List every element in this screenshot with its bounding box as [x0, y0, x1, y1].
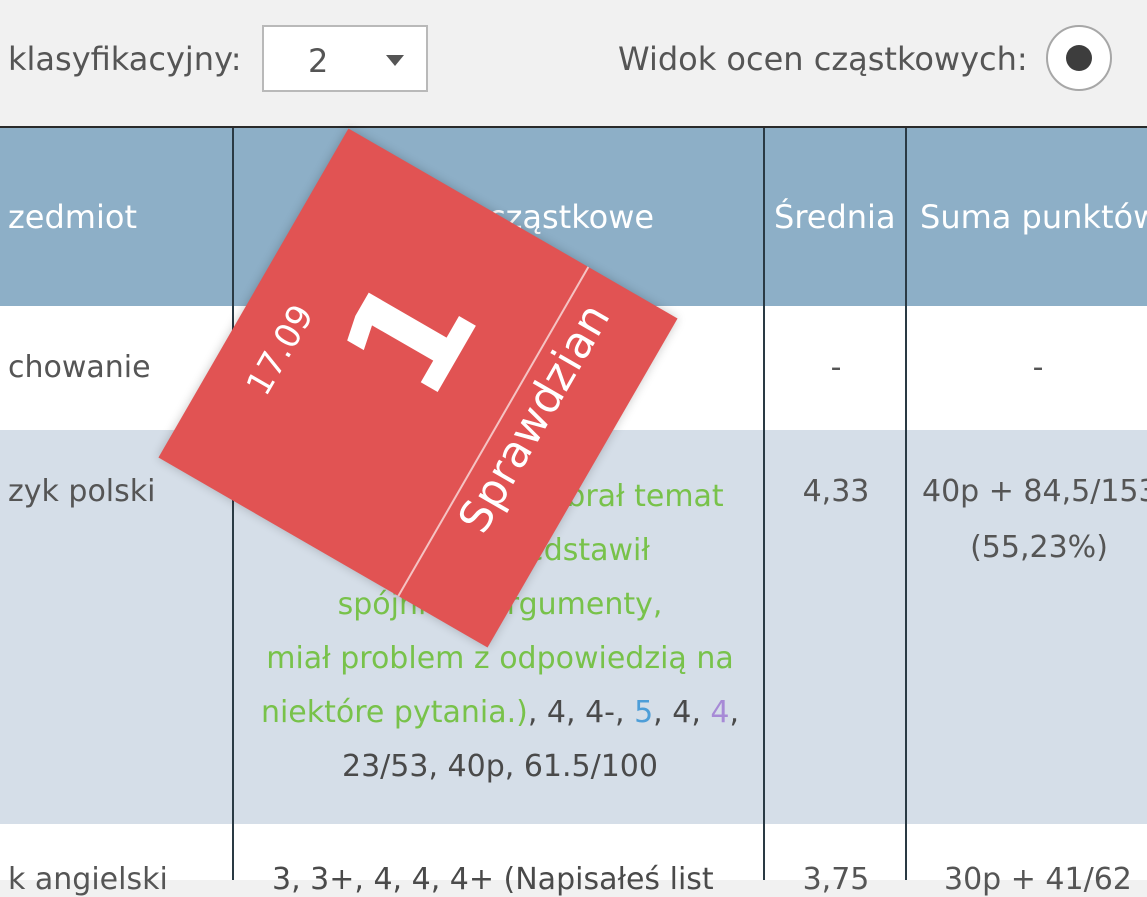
average-value: 4,33 [802, 474, 870, 509]
partial-grades-view-label: Widok ocen cząstkowych: [618, 40, 1028, 78]
points-percent: (55,23%) [970, 530, 1108, 565]
grade-5[interactable]: 5 [634, 695, 653, 730]
column-divider [905, 128, 907, 880]
grade-comment[interactable]: niektóre pytania.) [261, 695, 528, 730]
average-value: - [830, 350, 842, 385]
chevron-down-icon [386, 55, 404, 66]
column-divider [232, 128, 234, 880]
subject-name: zyk polski [8, 474, 156, 509]
grade-4[interactable]: 4 [710, 695, 729, 730]
filter-bar: klasyfikacyjny: 2 Widok ocen cząstkowych… [0, 0, 1147, 128]
points-value: 40p + 84,5/153 [922, 474, 1147, 509]
points-value: - [1032, 350, 1044, 385]
period-select[interactable]: 2 [262, 25, 428, 92]
period-label: klasyfikacyjny: [8, 40, 242, 78]
grade-points[interactable]: 23/53, 40p, 61.5/100 [342, 749, 658, 784]
column-divider [763, 128, 765, 880]
period-select-value: 2 [308, 42, 329, 80]
grade-separator[interactable]: , 4, 4-, [528, 695, 634, 730]
grade-separator: , [729, 695, 740, 730]
tooltip-grade: 1 [309, 247, 513, 426]
header-subject: zedmiot [8, 198, 137, 236]
grade-comment[interactable]: miał problem z odpowiedzią na [266, 641, 734, 676]
partial-grades-view-radio[interactable] [1046, 25, 1112, 91]
subject-name: chowanie [8, 350, 151, 385]
radio-selected-dot [1066, 45, 1092, 71]
header-average: Średnia [774, 198, 896, 236]
header-points: Suma punktów [920, 198, 1147, 236]
grade-separator[interactable]: , 4, [653, 695, 710, 730]
